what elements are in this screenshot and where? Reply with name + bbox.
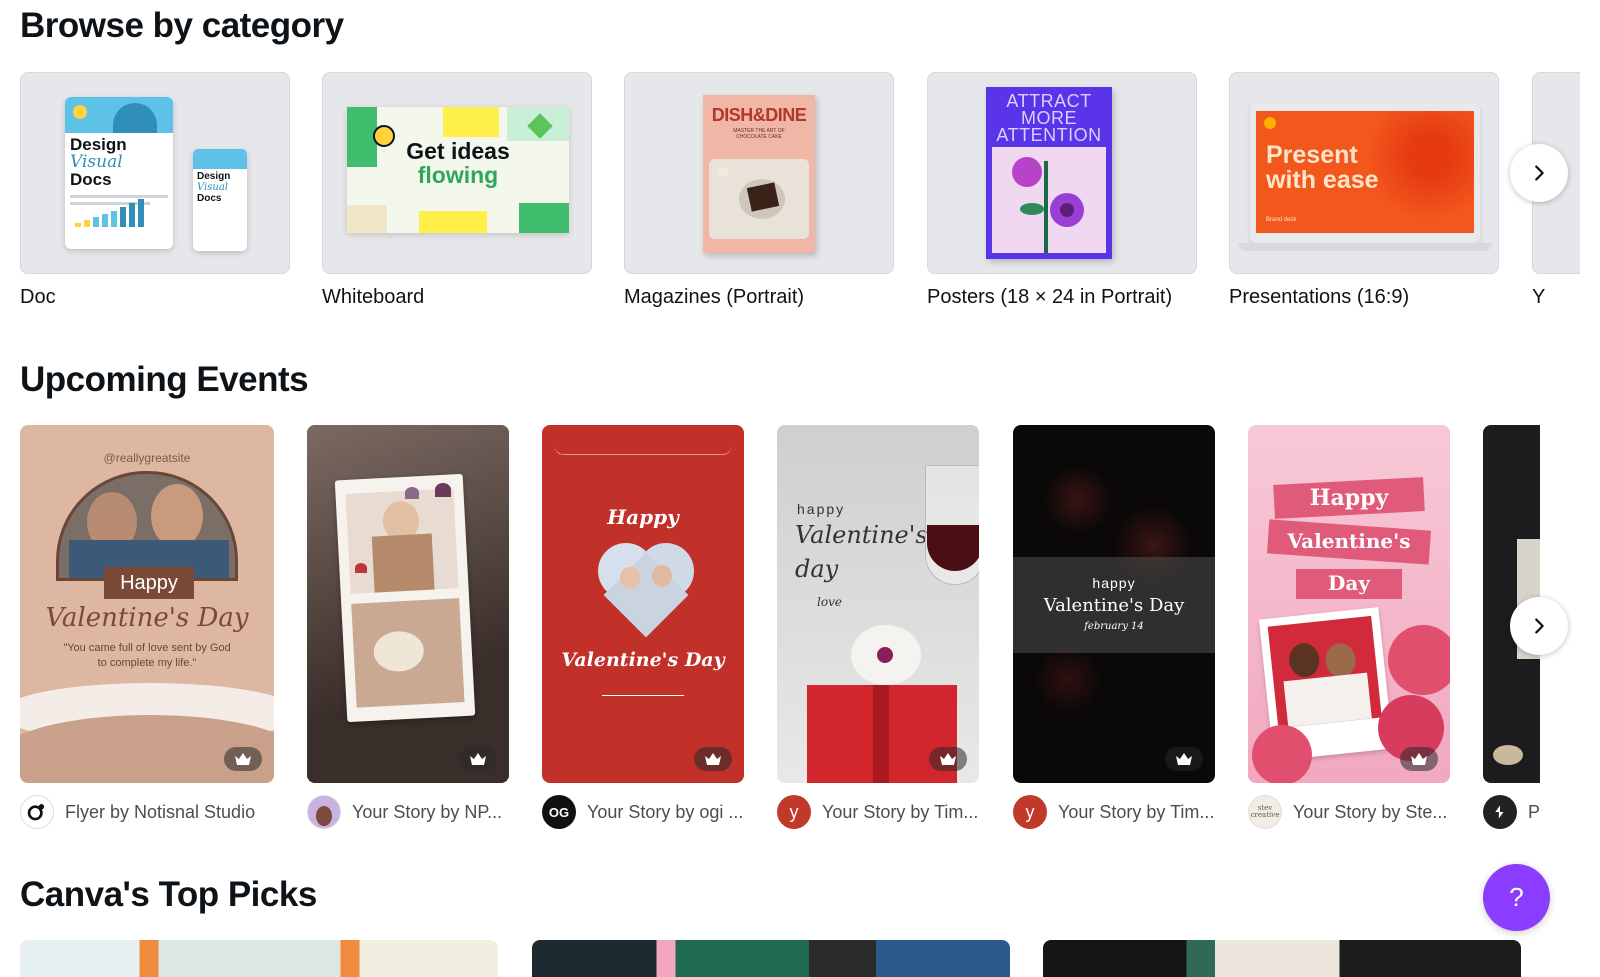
flyer-quote: "You came full of love sent by God to co… — [63, 642, 231, 669]
doc-thumb-line3: Docs — [70, 170, 112, 189]
creator-avatar — [20, 795, 54, 829]
event-creator-label: Your Story by Tim... — [1058, 801, 1215, 822]
presentation-thumb-line1: Present — [1266, 141, 1358, 169]
flyer-happy: Happy — [104, 567, 194, 599]
event-creator-label: Your Story by Tim... — [822, 801, 979, 822]
crown-icon — [234, 752, 252, 766]
premium-badge — [929, 747, 967, 771]
doc-mobile-line2: Visual — [197, 182, 228, 193]
creator-avatar — [307, 795, 341, 829]
event-creator-label: Your Story by NP... — [352, 801, 503, 822]
category-label: Presentations (16:9) — [1229, 286, 1410, 308]
pink-valentines: Valentine's — [1287, 529, 1411, 553]
event-creator-label: Your Story by ogi ... — [587, 801, 744, 822]
premium-badge — [1165, 747, 1203, 771]
crown-icon — [1410, 752, 1428, 766]
doc-mobile-line3: Docs — [197, 193, 222, 204]
category-doc[interactable]: Design Visual Docs Design Visual Docs Do… — [20, 72, 290, 309]
top-pick-card[interactable] — [532, 940, 1010, 977]
creator-avatar: OG — [542, 795, 576, 829]
ogi-happy: Happy — [607, 505, 679, 529]
dark-valentine: Valentine's Day — [1043, 595, 1185, 616]
creator-avatar — [1483, 795, 1517, 829]
event-thumbnail: happy Valentine's day love — [777, 425, 979, 783]
presentation-thumb-footer: Brand deck — [1266, 217, 1297, 223]
top-picks-title: Canva's Top Picks — [20, 875, 317, 914]
whiteboard-thumbnail: Get ideas flowing — [322, 72, 592, 274]
wine-love: love — [817, 595, 842, 609]
category-label: Doc — [20, 286, 56, 308]
whiteboard-thumb-line1: Get ideas — [406, 138, 510, 164]
magazine-thumb-title: DISH&DINE — [711, 105, 807, 125]
creator-avatar: y — [1013, 795, 1047, 829]
event-thumbnail: @reallygreatsite Happy Valentine's Day "… — [20, 425, 274, 783]
category-label: Magazines (Portrait) — [624, 286, 805, 308]
category-label: Whiteboard — [322, 286, 425, 308]
event-creator-label: P — [1528, 801, 1540, 822]
crown-icon — [939, 752, 957, 766]
wine-happy: happy — [797, 501, 846, 517]
category-presentations[interactable]: Present with ease Brand deck Presentatio… — [1229, 72, 1499, 309]
flyer-handle: @reallygreatsite — [103, 451, 191, 465]
premium-badge — [1400, 747, 1438, 771]
pink-happy: Happy — [1309, 485, 1389, 511]
category-whiteboard[interactable]: Get ideas flowing Whiteboard — [322, 72, 592, 309]
category-posters[interactable]: ATTRACT MORE ATTENTION Posters (18 × 24 … — [927, 72, 1197, 309]
chevron-right-icon — [1528, 615, 1550, 637]
crown-icon — [704, 752, 722, 766]
flyer-valentine: Valentine's Day — [45, 603, 249, 633]
events-next-button[interactable] — [1510, 597, 1568, 655]
magazine-thumb-subtitle: MASTER THE ART OF CHOCOLATE CAKE — [733, 128, 785, 140]
event-thumbnail: Happy Valentine's Day — [1248, 425, 1450, 783]
ogi-valentine: Valentine's Day — [561, 649, 725, 671]
browse-by-category-title: Browse by category — [20, 6, 344, 45]
presentation-thumbnail: Present with ease Brand deck — [1229, 72, 1499, 274]
events-carousel: @reallygreatsite Happy Valentine's Day "… — [20, 425, 1540, 845]
creator-avatar: stev creative — [1248, 795, 1282, 829]
categories-next-button[interactable] — [1510, 144, 1568, 202]
event-card[interactable]: Happy Valentine's Day OG Your Story by o… — [542, 425, 744, 829]
doc-thumb-line2: Visual — [70, 152, 123, 172]
event-thumbnail — [307, 425, 509, 783]
wine-valentines: Valentine's — [795, 521, 928, 549]
event-card[interactable]: Happy Valentine's Day stev creative Your… — [1248, 425, 1450, 829]
poster-thumb-line3: ATTENTION — [996, 125, 1102, 145]
poster-thumbnail: ATTRACT MORE ATTENTION — [927, 72, 1197, 274]
event-creator-label: Flyer by Notisnal Studio — [65, 801, 256, 822]
premium-badge — [224, 747, 262, 771]
category-label: Posters (18 × 24 in Portrait) — [927, 286, 1173, 308]
event-card[interactable]: happy Valentine's Day february 14 y Your… — [1013, 425, 1215, 829]
whiteboard-thumb-line2: flowing — [417, 162, 499, 188]
doc-mobile-line1: Design — [197, 171, 231, 182]
event-card[interactable]: happy Valentine's day love y Your Story … — [777, 425, 979, 829]
category-magazines[interactable]: DISH&DINE MASTER THE ART OF CHOCOLATE CA… — [624, 72, 894, 309]
event-creator-label: Your Story by Ste... — [1293, 801, 1448, 822]
doc-thumb-line1: Design — [70, 135, 127, 154]
top-pick-card[interactable] — [20, 940, 498, 977]
presentation-thumb-line2: with ease — [1266, 166, 1379, 194]
pink-day: Day — [1328, 571, 1370, 595]
wine-day: day — [795, 555, 839, 583]
doc-thumbnail: Design Visual Docs Design Visual Docs — [20, 72, 290, 274]
category-label: Y — [1532, 286, 1546, 308]
magazine-thumbnail: DISH&DINE MASTER THE ART OF CHOCOLATE CA… — [624, 72, 894, 274]
dark-happy: happy — [1092, 575, 1136, 591]
event-thumbnail: happy Valentine's Day february 14 — [1013, 425, 1215, 783]
crown-icon — [469, 752, 487, 766]
top-picks-carousel — [20, 940, 1580, 977]
premium-badge — [459, 747, 497, 771]
event-card[interactable]: @reallygreatsite Happy Valentine's Day "… — [20, 425, 274, 829]
category-carousel: Design Visual Docs Design Visual Docs Do… — [20, 72, 1580, 322]
dark-date: february 14 — [1084, 621, 1144, 632]
help-button[interactable]: ? — [1483, 864, 1550, 931]
top-pick-card[interactable] — [1043, 940, 1521, 977]
chevron-right-icon — [1528, 162, 1550, 184]
event-card[interactable]: Your Story by NP... — [307, 425, 509, 829]
creator-avatar: y — [777, 795, 811, 829]
crown-icon — [1175, 752, 1193, 766]
upcoming-events-title: Upcoming Events — [20, 360, 309, 399]
premium-badge — [694, 747, 732, 771]
event-thumbnail: Happy Valentine's Day — [542, 425, 744, 783]
